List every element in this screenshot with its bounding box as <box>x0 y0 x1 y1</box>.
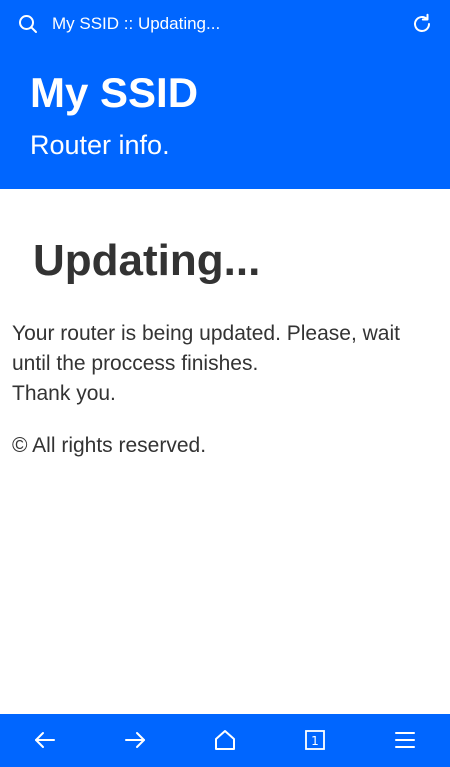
message-line: Your router is being updated. Please, wa… <box>12 322 400 345</box>
home-icon[interactable] <box>211 726 239 754</box>
browser-bottom-nav: 1 <box>0 714 450 767</box>
message-line: until the proccess finishes. <box>12 352 259 375</box>
page-heading: Updating... <box>33 236 261 285</box>
site-title: My SSID <box>30 69 199 116</box>
message-line: Thank you. <box>12 382 116 405</box>
search-icon[interactable] <box>18 14 38 34</box>
update-message: Your router is being updated. Please, wa… <box>12 319 442 409</box>
back-icon[interactable] <box>31 726 59 754</box>
main-content: Updating... Your router is being updated… <box>0 189 450 714</box>
copyright-text: © All rights reserved. <box>12 434 207 457</box>
page-header: My SSID Router info. <box>0 48 450 189</box>
forward-icon[interactable] <box>121 726 149 754</box>
tabs-icon[interactable]: 1 <box>301 726 329 754</box>
menu-icon[interactable] <box>391 726 419 754</box>
browser-address-bar[interactable]: My SSID :: Updating... <box>0 0 450 48</box>
address-bar-title[interactable]: My SSID :: Updating... <box>52 13 220 35</box>
refresh-icon[interactable] <box>411 13 433 35</box>
site-subtitle: Router info. <box>30 130 170 160</box>
tab-count: 1 <box>311 734 319 748</box>
